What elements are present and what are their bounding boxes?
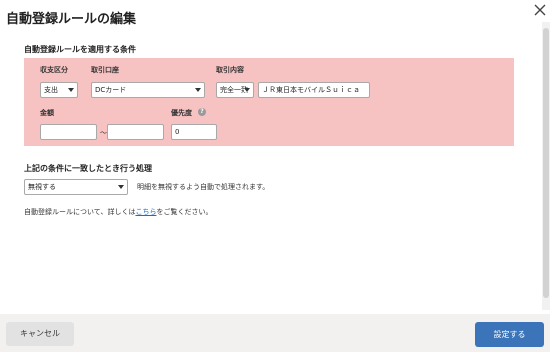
conditions-title: 自動登録ルールを適用する条件	[24, 45, 136, 54]
account-select[interactable]: DCカード	[91, 82, 205, 98]
action-title: 上記の条件に一致したとき行う処理	[24, 164, 152, 173]
help-link[interactable]: こちら	[135, 208, 156, 216]
close-icon[interactable]	[532, 2, 548, 18]
amount-min-input[interactable]	[40, 124, 97, 140]
amount-max-input[interactable]	[107, 124, 164, 140]
help-note: 自動登録ルールについて、詳しくはこちらをご覧ください。	[24, 207, 212, 217]
submit-button[interactable]: 設定する	[475, 322, 544, 347]
chevron-down-icon	[195, 88, 201, 92]
dialog-header: 自動登録ルールの編集	[0, 0, 542, 38]
dialog-title: 自動登録ルールの編集	[6, 12, 137, 27]
priority-label: 優先度	[171, 109, 192, 117]
amount-range-separator: ～	[100, 129, 107, 137]
chevron-down-icon	[244, 88, 250, 92]
scrollbar-thumb[interactable]	[543, 28, 549, 298]
chevron-down-icon	[118, 185, 124, 189]
content-input[interactable]: ＪＲ東日本モバイルＳｕｉｃａ	[258, 82, 370, 98]
action-select[interactable]: 無視する	[24, 179, 128, 195]
action-select-value: 無視する	[28, 183, 56, 191]
type-label: 収支区分	[40, 66, 68, 74]
type-select[interactable]: 支出	[40, 82, 78, 98]
chevron-down-icon	[68, 88, 74, 92]
dialog-footer: キャンセル 設定する	[0, 314, 550, 352]
amount-label: 金額	[40, 109, 54, 117]
conditions-panel: 収支区分 取引口座 取引内容 支出 DCカード 完全一致 ＪＲ東日本モバイルＳｕ…	[24, 58, 514, 146]
account-select-value: DCカード	[95, 86, 127, 94]
help-note-prefix: 自動登録ルールについて、詳しくは	[24, 208, 136, 216]
help-note-suffix: をご覧ください。	[156, 208, 213, 216]
help-icon[interactable]: ?	[198, 108, 206, 116]
account-label: 取引口座	[91, 66, 119, 74]
match-type-select[interactable]: 完全一致	[216, 82, 254, 98]
action-description: 明細を無視するよう自動で処理されます。	[137, 183, 270, 191]
priority-input[interactable]: 0	[171, 124, 217, 140]
cancel-button[interactable]: キャンセル	[6, 322, 74, 346]
type-select-value: 支出	[44, 86, 58, 94]
content-label: 取引内容	[216, 66, 244, 74]
rule-edit-dialog: 自動登録ルールの編集 自動登録ルールを適用する条件 収支区分 取引口座 取引内容…	[0, 0, 550, 352]
